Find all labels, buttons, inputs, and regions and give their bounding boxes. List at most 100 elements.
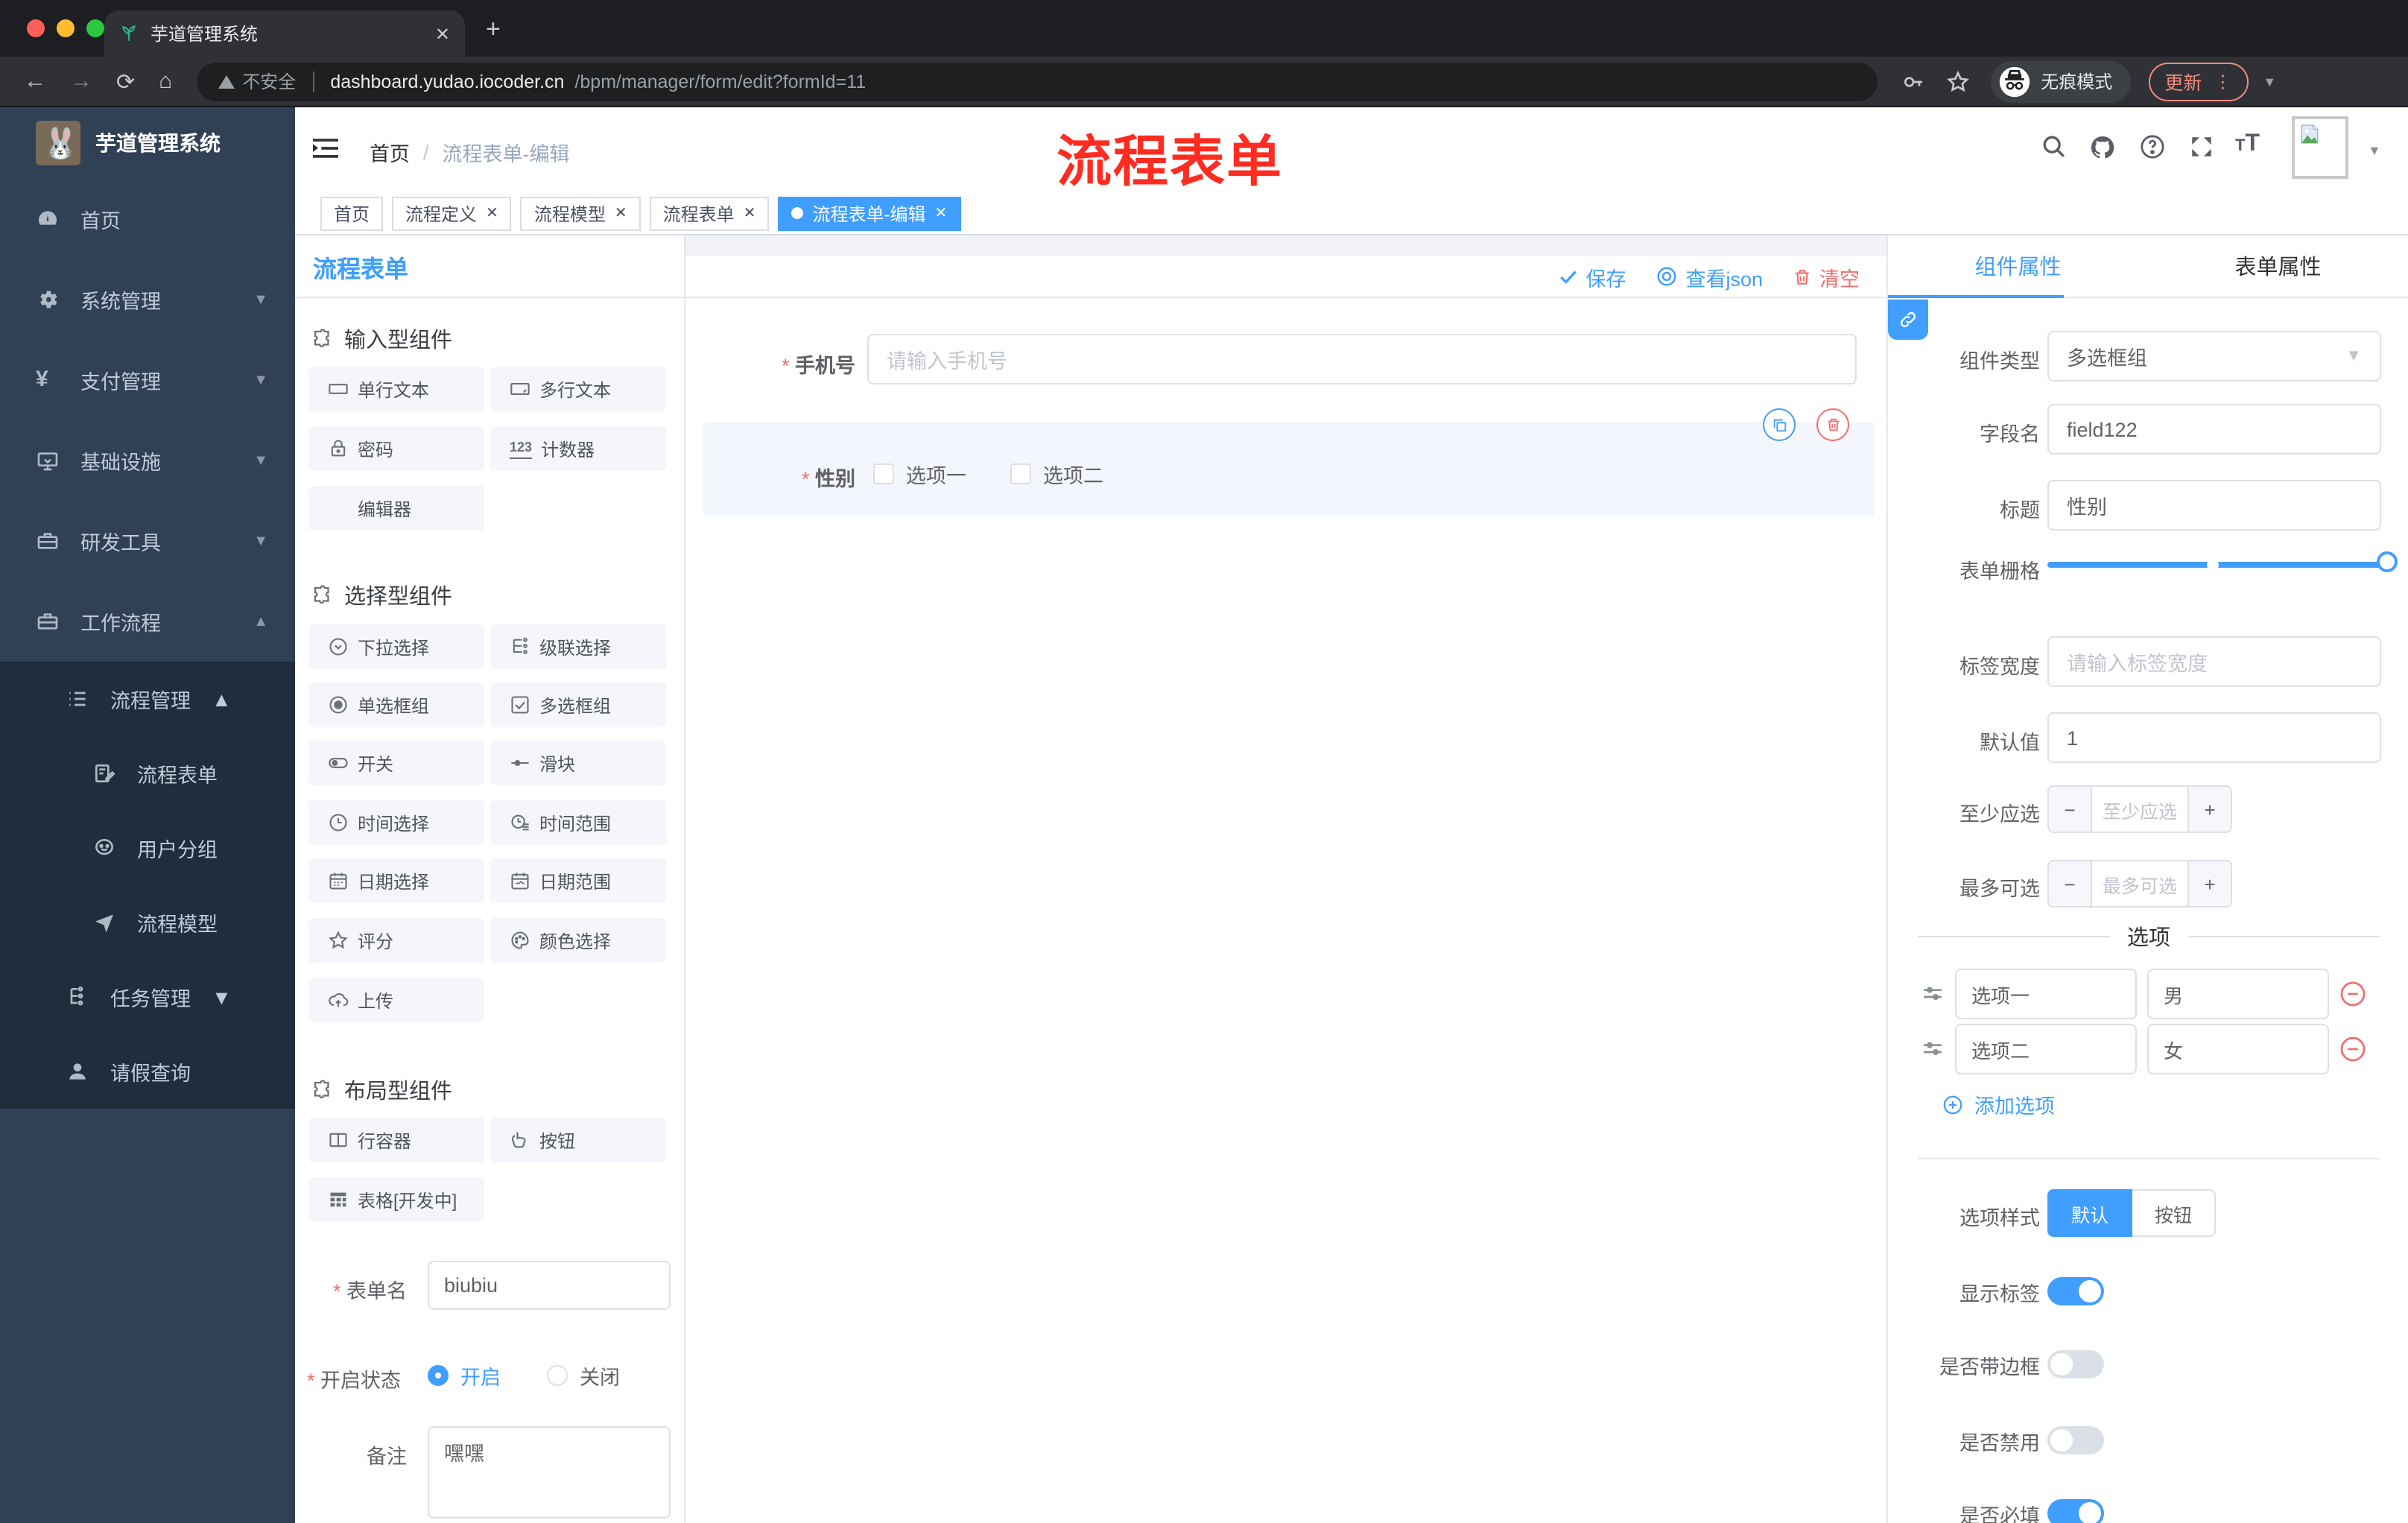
palette-item-checkbox-group[interactable]: 多选框组 xyxy=(490,683,666,727)
tag-process-definition[interactable]: 流程定义 ✕ xyxy=(392,196,512,230)
checkbox-icon[interactable] xyxy=(1010,463,1031,484)
palette-item-editor[interactable]: 编辑器 xyxy=(308,486,484,531)
bookmark-star-icon[interactable] xyxy=(1945,69,1969,93)
home-icon[interactable]: ⌂ xyxy=(159,69,172,94)
minimize-window-button[interactable] xyxy=(57,19,75,37)
tab-close-icon[interactable]: ✕ xyxy=(435,23,450,44)
gender-option-2[interactable]: 选项二 xyxy=(1010,459,1103,489)
tag-home[interactable]: 首页 xyxy=(320,196,384,230)
slider-handle[interactable] xyxy=(2377,551,2398,572)
show-label-toggle[interactable] xyxy=(2047,1277,2104,1305)
palette-item-radio-group[interactable]: 单选框组 xyxy=(308,683,484,727)
checkbox-icon[interactable] xyxy=(873,463,894,484)
option-value-input[interactable]: 女 xyxy=(2147,1024,2329,1074)
fullscreen-icon[interactable] xyxy=(2189,134,2214,159)
sidebar-item-leave-query[interactable]: 请假查询 xyxy=(0,1034,295,1109)
browser-menu-icon[interactable]: ⋮ xyxy=(2214,71,2231,92)
tag-process-form[interactable]: 流程表单 ✕ xyxy=(649,196,770,230)
github-icon[interactable] xyxy=(2089,134,2116,161)
component-type-select[interactable]: 多选框组 ▼ xyxy=(2047,331,2381,381)
sidebar-item-infra[interactable]: 基础设施 ▼ xyxy=(0,420,295,501)
field-link-handle[interactable] xyxy=(1888,300,1928,340)
palette-item-date-picker[interactable]: 日期选择 xyxy=(308,858,484,903)
close-icon[interactable]: ✕ xyxy=(615,205,627,221)
with-border-toggle[interactable] xyxy=(2047,1350,2104,1378)
style-button-button[interactable]: 按钮 xyxy=(2132,1189,2217,1237)
option-label-input[interactable]: 选项一 xyxy=(1955,969,2137,1019)
required-toggle[interactable] xyxy=(2047,1499,2104,1523)
sidebar-item-user-group[interactable]: 用户分组 xyxy=(0,811,295,885)
palette-item-button[interactable]: 按钮 xyxy=(490,1118,666,1162)
sidebar-item-process-form[interactable]: 流程表单 xyxy=(0,736,295,811)
sidebar-item-task-mgmt[interactable]: 任务管理 ▼ xyxy=(0,960,295,1034)
palette-item-select[interactable]: 下拉选择 xyxy=(308,624,484,669)
selected-component-gender[interactable]: 性别 选项一 选项二 xyxy=(703,408,1875,516)
copy-component-button[interactable] xyxy=(1763,408,1796,441)
delete-component-button[interactable] xyxy=(1816,408,1849,441)
browser-tab[interactable]: 芋道管理系统 ✕ xyxy=(104,10,465,57)
sidebar-logo[interactable]: 芋道管理系统 xyxy=(0,107,295,179)
sidebar-item-workflow[interactable]: 工作流程 ▲ xyxy=(0,581,295,662)
palette-item-time-picker[interactable]: 时间选择 xyxy=(308,800,484,845)
min-select-stepper[interactable]: − 至少应选 + xyxy=(2047,785,2232,833)
avatar[interactable] xyxy=(2292,116,2348,179)
drag-handle-icon[interactable] xyxy=(1921,1037,1945,1061)
palette-item-cascader[interactable]: 级联选择 xyxy=(490,624,666,669)
decrease-icon[interactable]: − xyxy=(2049,861,2091,906)
disabled-toggle[interactable] xyxy=(2047,1426,2104,1454)
gender-option-1[interactable]: 选项一 xyxy=(873,459,966,489)
sidebar-item-devtools[interactable]: 研发工具 ▼ xyxy=(0,501,295,581)
status-radio-on[interactable]: 开启 xyxy=(428,1361,501,1390)
style-default-button[interactable]: 默认 xyxy=(2047,1189,2133,1237)
help-icon[interactable] xyxy=(2140,134,2165,159)
search-icon[interactable] xyxy=(2041,134,2067,159)
reload-icon[interactable]: ⟳ xyxy=(116,68,135,95)
option-label-input[interactable]: 选项二 xyxy=(1955,1024,2137,1074)
maximize-window-button[interactable] xyxy=(86,19,104,37)
palette-item-password[interactable]: 密码 xyxy=(308,426,484,471)
title-input[interactable]: 性别 xyxy=(2047,480,2381,531)
sidebar-item-home[interactable]: 首页 xyxy=(0,179,295,259)
sidebar-item-system[interactable]: 系统管理 ▼ xyxy=(0,259,295,340)
tag-process-form-edit[interactable]: 流程表单-编辑 ✕ xyxy=(778,196,961,230)
palette-item-rate[interactable]: 评分 xyxy=(308,918,484,963)
palette-item-table[interactable]: 表格[开发中] xyxy=(308,1177,484,1222)
close-icon[interactable]: ✕ xyxy=(744,205,756,221)
palette-item-counter[interactable]: 123 计数器 xyxy=(490,426,666,471)
close-icon[interactable]: ✕ xyxy=(486,205,498,221)
status-radio-off[interactable]: 关闭 xyxy=(547,1361,620,1390)
remove-option-icon[interactable] xyxy=(2339,981,2366,1007)
avatar-caret-icon[interactable]: ▼ xyxy=(2368,143,2381,158)
address-bar[interactable]: 不安全 dashboard.yudao.iocoder.cn/bpm/manag… xyxy=(196,62,1878,101)
save-button[interactable]: 保存 xyxy=(1559,262,1626,291)
field-name-input[interactable]: field122 xyxy=(2047,404,2381,455)
clear-button[interactable]: 清空 xyxy=(1793,262,1860,291)
increase-icon[interactable]: + xyxy=(2189,861,2231,906)
palette-item-multi-text[interactable]: 多行文本 xyxy=(490,367,666,411)
breadcrumb-home[interactable]: 首页 xyxy=(370,137,410,167)
text-size-icon[interactable]: TT xyxy=(2235,131,2260,158)
sidebar-item-payment[interactable]: ¥ 支付管理 ▼ xyxy=(0,340,295,420)
view-json-button[interactable]: 查看json xyxy=(1656,262,1763,291)
forward-icon[interactable]: → xyxy=(70,69,92,94)
palette-item-slider[interactable]: 滑块 xyxy=(490,741,666,785)
palette-item-upload[interactable]: 上传 xyxy=(308,978,484,1022)
tag-process-model[interactable]: 流程模型 ✕ xyxy=(520,196,641,230)
remove-option-icon[interactable] xyxy=(2339,1036,2366,1063)
drag-handle-icon[interactable] xyxy=(1921,982,1945,1006)
increase-icon[interactable]: + xyxy=(2189,787,2231,832)
palette-item-color-picker[interactable]: 颜色选择 xyxy=(490,918,666,963)
close-window-button[interactable] xyxy=(27,19,45,37)
close-icon[interactable]: ✕ xyxy=(934,205,947,221)
palette-item-row-container[interactable]: 行容器 xyxy=(308,1118,484,1162)
sidebar-item-process-mgmt[interactable]: 流程管理 ▲ xyxy=(0,662,295,736)
form-grid-slider[interactable] xyxy=(2047,551,2398,572)
form-name-input[interactable] xyxy=(428,1261,671,1310)
label-width-input[interactable]: 请输入标签宽度 xyxy=(2047,636,2381,687)
tab-form-props[interactable]: 表单属性 xyxy=(2148,235,2408,297)
browser-update-button[interactable]: 更新 ⋮ xyxy=(2148,62,2249,101)
palette-item-time-range[interactable]: 时间范围 xyxy=(490,800,666,845)
add-option-button[interactable]: 添加选项 xyxy=(1942,1089,2055,1119)
palette-item-switch[interactable]: 开关 xyxy=(308,741,484,785)
max-select-stepper[interactable]: − 最多可选 + xyxy=(2047,860,2232,908)
